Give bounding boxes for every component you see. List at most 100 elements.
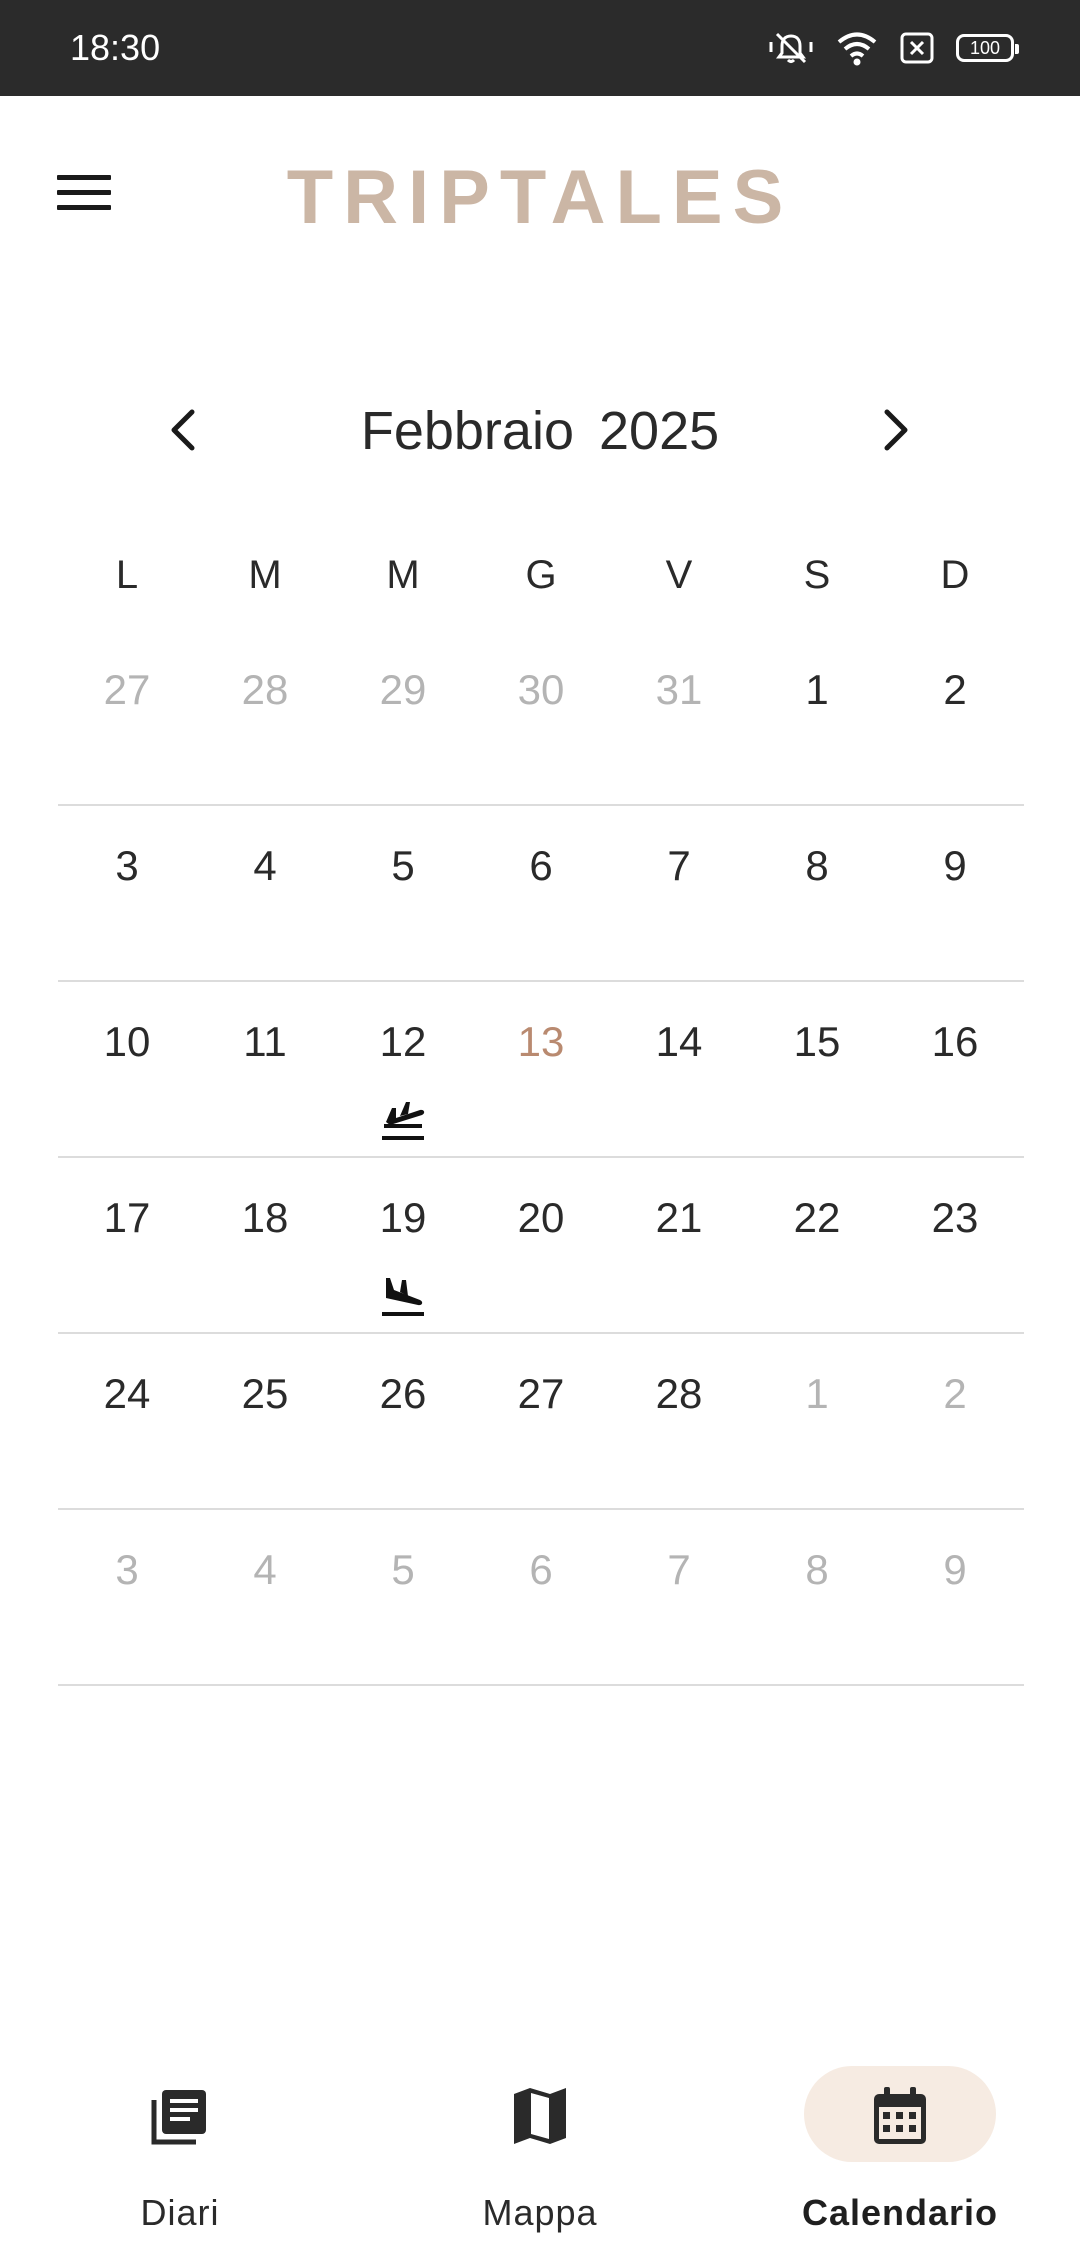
day-number: 9 bbox=[943, 1546, 967, 1593]
calendar-day[interactable]: 8 bbox=[748, 806, 886, 980]
calendar-grid: 27 28 29 30 31 1 2 3 4 5 6 7 8 9 10 11 12 13 14 15 16 17 18 19 2… bbox=[58, 630, 1024, 1686]
calendar-day[interactable]: 6 bbox=[472, 1510, 610, 1684]
status-bar: 18:30 100 bbox=[0, 0, 1080, 96]
day-number: 23 bbox=[931, 1194, 979, 1241]
calendar-day[interactable]: 11 bbox=[196, 982, 334, 1156]
day-number: 16 bbox=[931, 1018, 979, 1065]
calendar-day[interactable]: 12 bbox=[334, 982, 472, 1156]
day-number: 13 bbox=[517, 1018, 565, 1065]
calendar-day[interactable]: 4 bbox=[196, 806, 334, 980]
calendar-day[interactable]: 16 bbox=[886, 982, 1024, 1156]
nav-label: Mappa bbox=[482, 2192, 598, 2233]
calendar-day[interactable]: 31 bbox=[610, 630, 748, 804]
day-number: 17 bbox=[103, 1194, 151, 1241]
calendar-day[interactable]: 28 bbox=[610, 1334, 748, 1508]
map-icon bbox=[514, 2088, 566, 2144]
day-number: 7 bbox=[667, 842, 691, 889]
sim-off-icon bbox=[900, 32, 934, 64]
calendar-day[interactable]: 21 bbox=[610, 1158, 748, 1332]
calendar-day[interactable]: 7 bbox=[610, 806, 748, 980]
calendar-day[interactable]: 3 bbox=[58, 806, 196, 980]
calendar-day[interactable]: 29 bbox=[334, 630, 472, 804]
calendar-day[interactable]: 23 bbox=[886, 1158, 1024, 1332]
calendar-day[interactable]: 14 bbox=[610, 982, 748, 1156]
calendar-day[interactable]: 7 bbox=[610, 1510, 748, 1684]
calendar-day[interactable]: 24 bbox=[58, 1334, 196, 1508]
calendar-week-row: 17 18 19 20 21 22 23 bbox=[58, 1158, 1024, 1334]
calendar-day[interactable]: 1 bbox=[748, 1334, 886, 1508]
day-number: 28 bbox=[655, 1370, 703, 1417]
weekday-label: L bbox=[115, 553, 139, 597]
weekday-label: M bbox=[248, 553, 282, 597]
day-number: 4 bbox=[253, 842, 277, 889]
calendar-day[interactable]: 5 bbox=[334, 806, 472, 980]
day-number: 14 bbox=[655, 1018, 703, 1065]
calendar-day[interactable]: 26 bbox=[334, 1334, 472, 1508]
day-number: 28 bbox=[241, 666, 289, 713]
calendar-day[interactable]: 9 bbox=[886, 1510, 1024, 1684]
day-number: 10 bbox=[103, 1018, 151, 1065]
calendar-day[interactable]: 2 bbox=[886, 1334, 1024, 1508]
day-number: 12 bbox=[379, 1018, 427, 1065]
nav-item-diari[interactable]: Diari bbox=[60, 2064, 300, 2244]
calendar-day[interactable]: 22 bbox=[748, 1158, 886, 1332]
bottom-navigation: Diari Mappa Calendario bbox=[0, 2040, 1080, 2253]
day-number: 2 bbox=[943, 1370, 967, 1417]
calendar-day[interactable]: 10 bbox=[58, 982, 196, 1156]
calendar-day[interactable]: 9 bbox=[886, 806, 1024, 980]
calendar-day[interactable]: 1 bbox=[748, 630, 886, 804]
day-number: 1 bbox=[805, 666, 829, 713]
calendar-day[interactable]: 15 bbox=[748, 982, 886, 1156]
day-number: 6 bbox=[529, 842, 553, 889]
weekday-header: L M M G V S D bbox=[58, 540, 1024, 610]
app-title: TRIPTALES bbox=[286, 155, 794, 240]
month-name: Febbraio bbox=[360, 401, 574, 461]
weekday-label: V bbox=[665, 553, 693, 597]
calendar-day[interactable]: 6 bbox=[472, 806, 610, 980]
day-number: 3 bbox=[115, 1546, 139, 1593]
calendar-day[interactable]: 25 bbox=[196, 1334, 334, 1508]
status-time: 18:30 bbox=[70, 27, 161, 68]
calendar-day[interactable]: 4 bbox=[196, 1510, 334, 1684]
next-month-button[interactable] bbox=[855, 390, 935, 470]
calendar-day[interactable]: 27 bbox=[58, 630, 196, 804]
calendar-day[interactable]: 5 bbox=[334, 1510, 472, 1684]
flight-takeoff-icon bbox=[378, 1092, 428, 1142]
calendar-day[interactable]: 2 bbox=[886, 630, 1024, 804]
day-number: 9 bbox=[943, 842, 967, 889]
calendar-day[interactable]: 27 bbox=[472, 1334, 610, 1508]
calendar-week-row: 3 4 5 6 7 8 9 bbox=[58, 806, 1024, 982]
day-number: 24 bbox=[103, 1370, 151, 1417]
calendar-day[interactable]: 20 bbox=[472, 1158, 610, 1332]
day-number: 19 bbox=[379, 1194, 427, 1241]
year-value: 2025 bbox=[599, 401, 720, 461]
nav-label: Diari bbox=[140, 2192, 220, 2233]
calendar-week-row: 24 25 26 27 28 1 2 bbox=[58, 1334, 1024, 1510]
calendar-day[interactable]: 19 bbox=[334, 1158, 472, 1332]
calendar-day-today[interactable]: 13 bbox=[472, 982, 610, 1156]
wifi-icon bbox=[837, 32, 877, 66]
day-number: 5 bbox=[391, 1546, 415, 1593]
weekday-label: G bbox=[525, 553, 557, 597]
calendar-day[interactable]: 17 bbox=[58, 1158, 196, 1332]
day-number: 20 bbox=[517, 1194, 565, 1241]
calendar-day[interactable]: 3 bbox=[58, 1510, 196, 1684]
calendar-week-row: 3 4 5 6 7 8 9 bbox=[58, 1510, 1024, 1686]
day-number: 8 bbox=[805, 842, 829, 889]
nav-item-mappa[interactable]: Mappa bbox=[420, 2064, 660, 2244]
weekday-label: M bbox=[386, 553, 420, 597]
day-number: 25 bbox=[241, 1370, 289, 1417]
calendar-day[interactable]: 28 bbox=[196, 630, 334, 804]
calendar-day[interactable]: 18 bbox=[196, 1158, 334, 1332]
status-icons: 100 bbox=[746, 28, 1019, 68]
day-number: 27 bbox=[103, 666, 151, 713]
day-number: 4 bbox=[253, 1546, 277, 1593]
weekday-label: D bbox=[940, 553, 970, 597]
day-number: 7 bbox=[667, 1546, 691, 1593]
mute-icon bbox=[769, 32, 813, 64]
calendar-day[interactable]: 8 bbox=[748, 1510, 886, 1684]
calendar-week-row: 27 28 29 30 31 1 2 bbox=[58, 630, 1024, 806]
nav-item-calendario[interactable]: Calendario bbox=[780, 2064, 1020, 2244]
day-number: 5 bbox=[391, 842, 415, 889]
calendar-day[interactable]: 30 bbox=[472, 630, 610, 804]
